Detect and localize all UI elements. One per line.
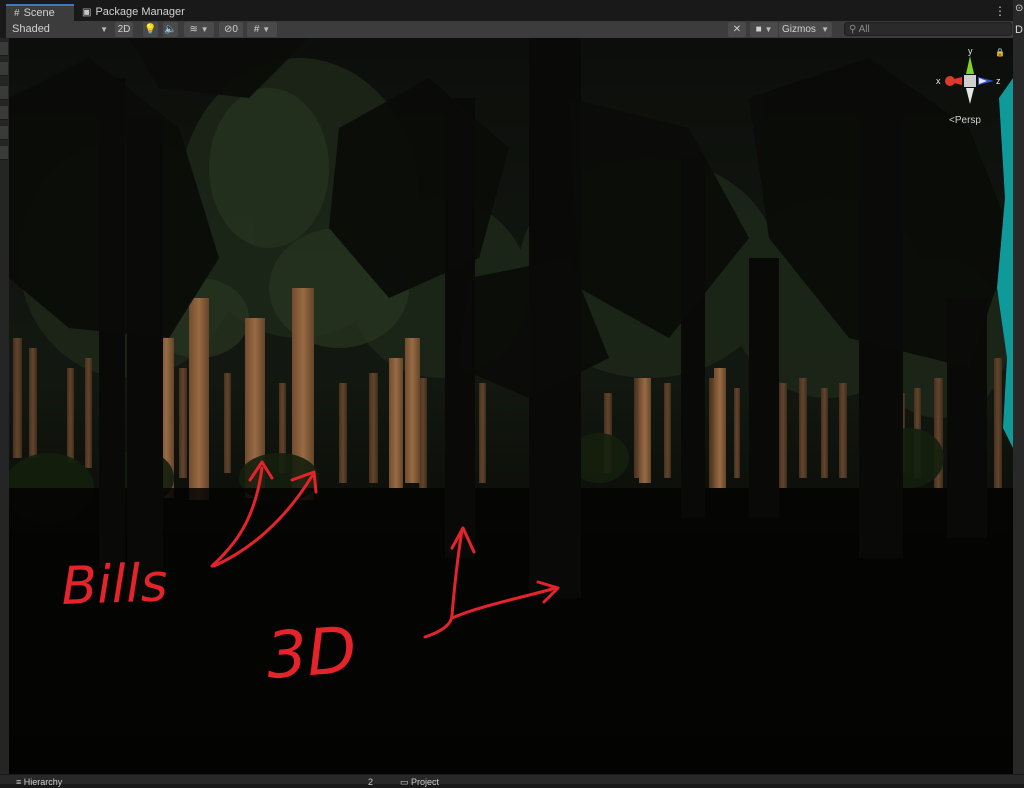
annotation-overlay: Bills 3D [60, 460, 560, 694]
annotation-arrow [210, 466, 264, 568]
hierarchy-icon: ≡ [16, 777, 22, 787]
annotation-arrow [212, 474, 314, 568]
tab-project-label: Project [411, 777, 440, 787]
annotation-arrowhead [450, 526, 476, 554]
hierarchy-count: 2 [368, 777, 374, 787]
tab-hierarchy-label: Hierarchy [23, 777, 63, 787]
tab-hierarchy[interactable]: ≡ Hierarchy [16, 777, 62, 787]
annotation-arrow [423, 528, 464, 639]
annotation-bills-label: Bills [60, 553, 168, 617]
annotation-arrow [450, 586, 558, 620]
folder-icon: ▭ [400, 777, 409, 787]
annotation-3d-label: 3D [264, 614, 359, 694]
